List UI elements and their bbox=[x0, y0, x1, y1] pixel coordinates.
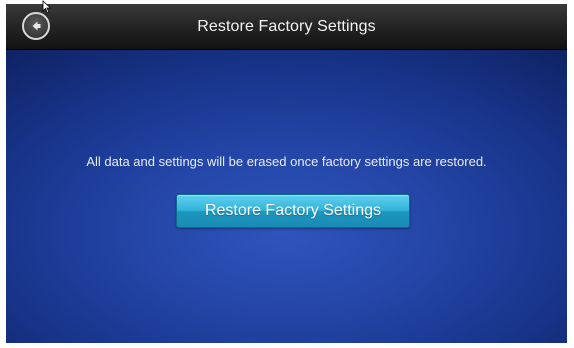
mouse-cursor-icon bbox=[42, 0, 52, 14]
warning-message: All data and settings will be erased onc… bbox=[86, 154, 487, 169]
back-arrow-icon bbox=[32, 21, 41, 31]
page-title: Restore Factory Settings bbox=[197, 17, 376, 35]
back-button[interactable] bbox=[22, 12, 50, 40]
restore-factory-settings-button[interactable]: Restore Factory Settings bbox=[176, 194, 410, 228]
device-screen: Restore Factory Settings All data and se… bbox=[6, 4, 567, 343]
header-bar: Restore Factory Settings bbox=[6, 4, 567, 50]
content-area: All data and settings will be erased onc… bbox=[6, 50, 567, 343]
